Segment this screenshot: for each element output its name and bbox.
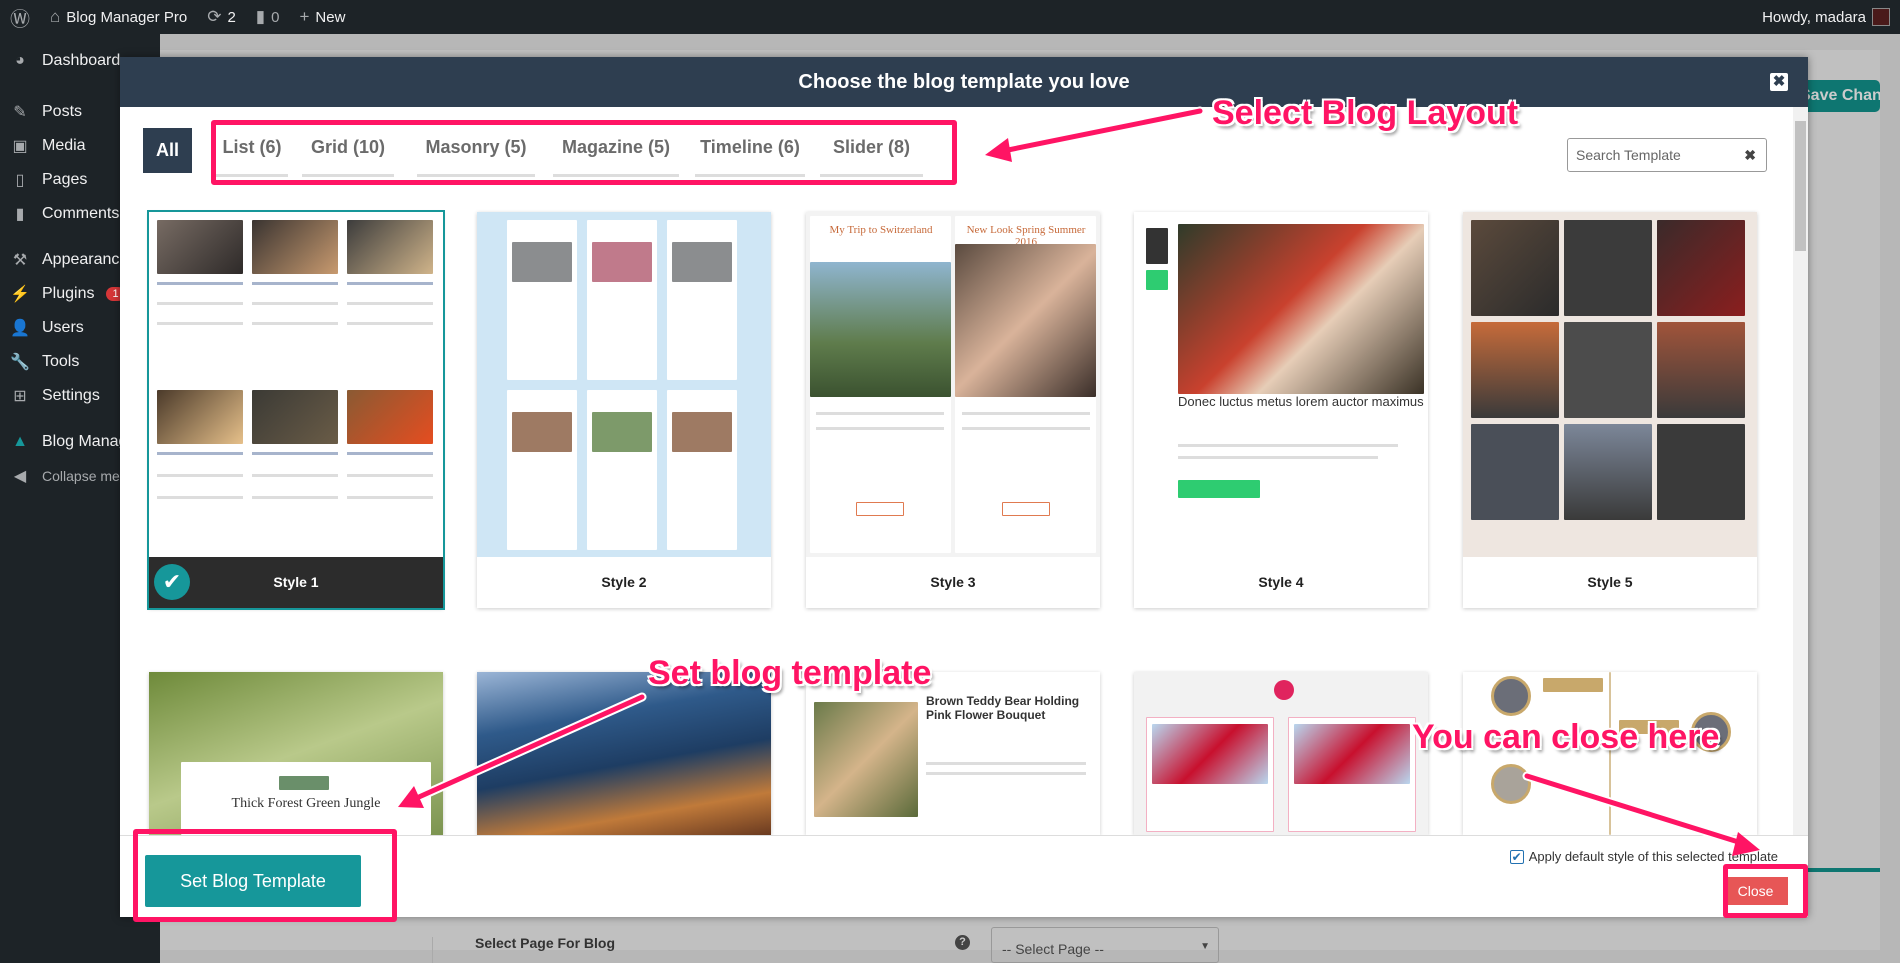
arrow-to-tabs — [995, 108, 1203, 155]
arrowhead — [1732, 832, 1760, 856]
arrowhead — [985, 138, 1012, 162]
annotation-select-layout: Select Blog Layout — [1212, 94, 1519, 132]
annotation-close-here: You can close here — [1412, 718, 1720, 756]
annotation-set-template: Set blog template — [648, 654, 932, 692]
annotation-arrows — [398, 106, 1760, 856]
arrow-to-set-button — [407, 694, 645, 804]
arrow-to-close — [1524, 773, 1751, 848]
